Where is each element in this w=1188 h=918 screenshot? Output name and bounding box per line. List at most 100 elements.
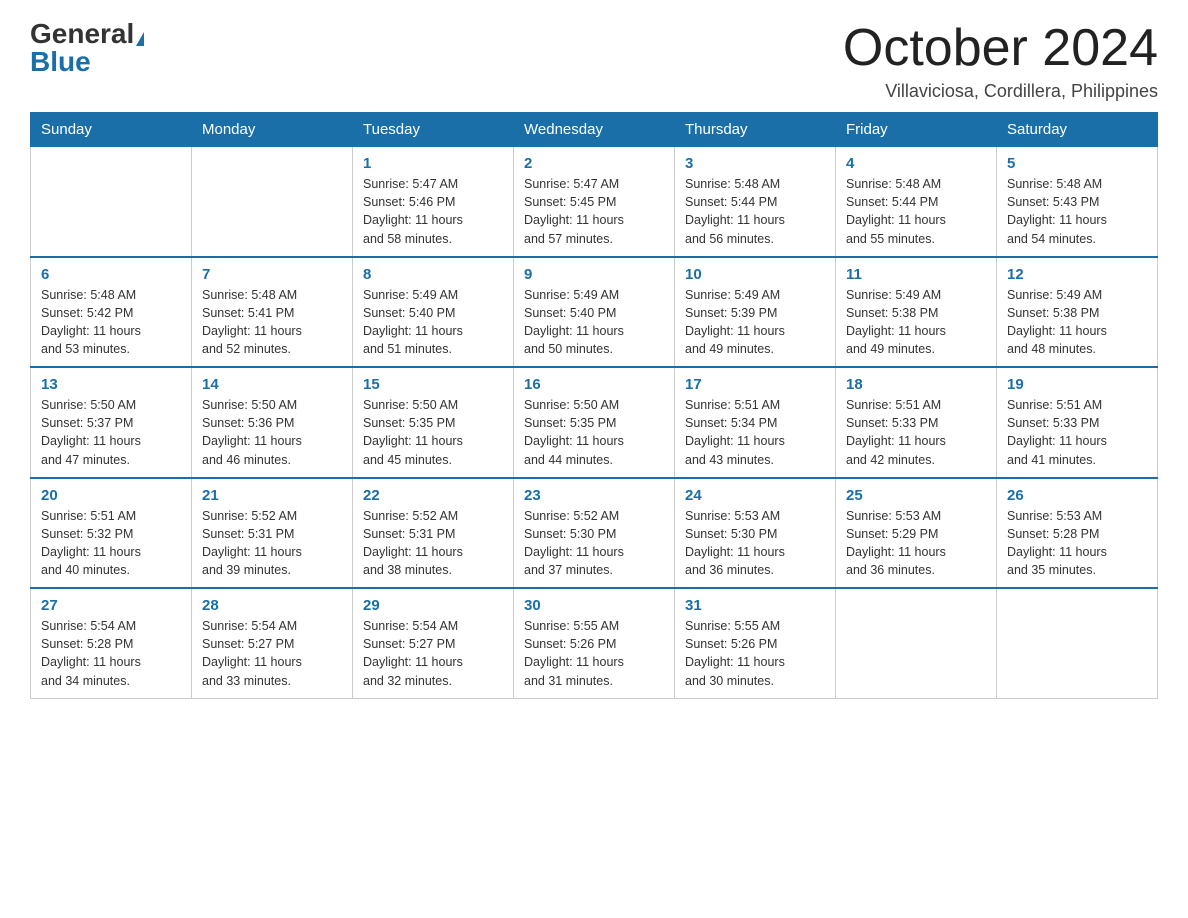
- day-number: 4: [846, 155, 986, 172]
- day-number: 21: [202, 487, 342, 504]
- weekday-header-monday: Monday: [192, 113, 353, 147]
- day-number: 20: [41, 487, 181, 504]
- day-info: Sunrise: 5:48 AMSunset: 5:41 PMDaylight:…: [202, 286, 342, 359]
- day-info: Sunrise: 5:49 AMSunset: 5:40 PMDaylight:…: [524, 286, 664, 359]
- calendar-cell: 23 Sunrise: 5:52 AMSunset: 5:30 PMDayligh…: [514, 478, 675, 589]
- day-number: 11: [846, 266, 986, 283]
- title-section: October 2024 Villaviciosa, Cordillera, P…: [843, 20, 1158, 102]
- calendar-cell: 1 Sunrise: 5:47 AMSunset: 5:46 PMDaylight…: [353, 147, 514, 257]
- calendar-week-row: 13Sunrise: 5:50 AMSunset: 5:37 PMDayligh…: [31, 367, 1158, 478]
- calendar-cell: 31 Sunrise: 5:55 AMSunset: 5:26 PMDayligh…: [675, 588, 836, 698]
- calendar-table: SundayMondayTuesdayWednesdayThursdayFrid…: [30, 112, 1158, 699]
- calendar-cell: 9 Sunrise: 5:49 AMSunset: 5:40 PMDaylight…: [514, 257, 675, 368]
- calendar-cell: 16 Sunrise: 5:50 AMSunset: 5:35 PMDayligh…: [514, 367, 675, 478]
- day-info: Sunrise: 5:51 AMSunset: 5:33 PMDaylight:…: [1007, 396, 1147, 469]
- day-info: Sunrise: 5:49 AMSunset: 5:39 PMDaylight:…: [685, 286, 825, 359]
- calendar-cell: 10 Sunrise: 5:49 AMSunset: 5:39 PMDayligh…: [675, 257, 836, 368]
- calendar-cell: 8 Sunrise: 5:49 AMSunset: 5:40 PMDaylight…: [353, 257, 514, 368]
- day-info: Sunrise: 5:52 AMSunset: 5:31 PMDaylight:…: [363, 507, 503, 580]
- calendar-cell: 22Sunrise: 5:52 AMSunset: 5:31 PMDayligh…: [353, 478, 514, 589]
- calendar-cell: 21 Sunrise: 5:52 AMSunset: 5:31 PMDayligh…: [192, 478, 353, 589]
- location-text: Villaviciosa, Cordillera, Philippines: [843, 81, 1158, 102]
- day-info: Sunrise: 5:49 AMSunset: 5:38 PMDaylight:…: [846, 286, 986, 359]
- calendar-cell: 5 Sunrise: 5:48 AMSunset: 5:43 PMDaylight…: [997, 147, 1158, 257]
- day-number: 8: [363, 266, 503, 283]
- day-number: 27: [41, 597, 181, 614]
- calendar-cell: 18Sunrise: 5:51 AMSunset: 5:33 PMDayligh…: [836, 367, 997, 478]
- day-number: 29: [363, 597, 503, 614]
- day-number: 2: [524, 155, 664, 172]
- calendar-cell: 12 Sunrise: 5:49 AMSunset: 5:38 PMDayligh…: [997, 257, 1158, 368]
- calendar-cell: 2 Sunrise: 5:47 AMSunset: 5:45 PMDaylight…: [514, 147, 675, 257]
- weekday-header-thursday: Thursday: [675, 113, 836, 147]
- month-title: October 2024: [843, 20, 1158, 77]
- calendar-cell: 4 Sunrise: 5:48 AMSunset: 5:44 PMDaylight…: [836, 147, 997, 257]
- day-info: Sunrise: 5:49 AMSunset: 5:40 PMDaylight:…: [363, 286, 503, 359]
- day-number: 3: [685, 155, 825, 172]
- day-info: Sunrise: 5:48 AMSunset: 5:42 PMDaylight:…: [41, 286, 181, 359]
- day-number: 19: [1007, 376, 1147, 393]
- day-info: Sunrise: 5:52 AMSunset: 5:31 PMDaylight:…: [202, 507, 342, 580]
- day-info: Sunrise: 5:47 AMSunset: 5:46 PMDaylight:…: [363, 175, 503, 248]
- calendar-week-row: 20 Sunrise: 5:51 AMSunset: 5:32 PMDayligh…: [31, 478, 1158, 589]
- day-info: Sunrise: 5:54 AMSunset: 5:28 PMDaylight:…: [41, 617, 181, 690]
- logo-general-row: General: [30, 20, 144, 48]
- day-info: Sunrise: 5:48 AMSunset: 5:44 PMDaylight:…: [685, 175, 825, 248]
- day-info: Sunrise: 5:48 AMSunset: 5:43 PMDaylight:…: [1007, 175, 1147, 248]
- day-info: Sunrise: 5:53 AMSunset: 5:29 PMDaylight:…: [846, 507, 986, 580]
- day-number: 5: [1007, 155, 1147, 172]
- day-info: Sunrise: 5:49 AMSunset: 5:38 PMDaylight:…: [1007, 286, 1147, 359]
- logo-blue-text: Blue: [30, 48, 91, 76]
- day-number: 14: [202, 376, 342, 393]
- day-number: 15: [363, 376, 503, 393]
- day-number: 23: [524, 487, 664, 504]
- calendar-cell: 7 Sunrise: 5:48 AMSunset: 5:41 PMDaylight…: [192, 257, 353, 368]
- logo-triangle-icon: [136, 32, 144, 46]
- day-number: 30: [524, 597, 664, 614]
- day-info: Sunrise: 5:50 AMSunset: 5:36 PMDaylight:…: [202, 396, 342, 469]
- calendar-header-row: SundayMondayTuesdayWednesdayThursdayFrid…: [31, 113, 1158, 147]
- day-number: 24: [685, 487, 825, 504]
- calendar-cell: 15 Sunrise: 5:50 AMSunset: 5:35 PMDayligh…: [353, 367, 514, 478]
- calendar-cell: [31, 147, 192, 257]
- calendar-cell: 14 Sunrise: 5:50 AMSunset: 5:36 PMDayligh…: [192, 367, 353, 478]
- day-number: 12: [1007, 266, 1147, 283]
- calendar-week-row: 1 Sunrise: 5:47 AMSunset: 5:46 PMDaylight…: [31, 147, 1158, 257]
- weekday-header-sunday: Sunday: [31, 113, 192, 147]
- day-info: Sunrise: 5:50 AMSunset: 5:35 PMDaylight:…: [524, 396, 664, 469]
- day-info: Sunrise: 5:55 AMSunset: 5:26 PMDaylight:…: [524, 617, 664, 690]
- calendar-cell: 30 Sunrise: 5:55 AMSunset: 5:26 PMDayligh…: [514, 588, 675, 698]
- weekday-header-wednesday: Wednesday: [514, 113, 675, 147]
- day-number: 28: [202, 597, 342, 614]
- day-info: Sunrise: 5:51 AMSunset: 5:34 PMDaylight:…: [685, 396, 825, 469]
- day-info: Sunrise: 5:52 AMSunset: 5:30 PMDaylight:…: [524, 507, 664, 580]
- weekday-header-tuesday: Tuesday: [353, 113, 514, 147]
- day-number: 7: [202, 266, 342, 283]
- calendar-cell: 24 Sunrise: 5:53 AMSunset: 5:30 PMDayligh…: [675, 478, 836, 589]
- day-info: Sunrise: 5:54 AMSunset: 5:27 PMDaylight:…: [202, 617, 342, 690]
- day-info: Sunrise: 5:50 AMSunset: 5:35 PMDaylight:…: [363, 396, 503, 469]
- calendar-cell: 29 Sunrise: 5:54 AMSunset: 5:27 PMDayligh…: [353, 588, 514, 698]
- calendar-cell: 6Sunrise: 5:48 AMSunset: 5:42 PMDaylight…: [31, 257, 192, 368]
- calendar-cell: 26Sunrise: 5:53 AMSunset: 5:28 PMDayligh…: [997, 478, 1158, 589]
- day-info: Sunrise: 5:51 AMSunset: 5:32 PMDaylight:…: [41, 507, 181, 580]
- day-info: Sunrise: 5:53 AMSunset: 5:30 PMDaylight:…: [685, 507, 825, 580]
- day-number: 18: [846, 376, 986, 393]
- calendar-cell: 20 Sunrise: 5:51 AMSunset: 5:32 PMDayligh…: [31, 478, 192, 589]
- day-number: 16: [524, 376, 664, 393]
- calendar-cell: 11 Sunrise: 5:49 AMSunset: 5:38 PMDayligh…: [836, 257, 997, 368]
- day-info: Sunrise: 5:47 AMSunset: 5:45 PMDaylight:…: [524, 175, 664, 248]
- calendar-cell: 13Sunrise: 5:50 AMSunset: 5:37 PMDayligh…: [31, 367, 192, 478]
- calendar-week-row: 27 Sunrise: 5:54 AMSunset: 5:28 PMDayligh…: [31, 588, 1158, 698]
- day-info: Sunrise: 5:48 AMSunset: 5:44 PMDaylight:…: [846, 175, 986, 248]
- weekday-header-saturday: Saturday: [997, 113, 1158, 147]
- day-number: 31: [685, 597, 825, 614]
- day-number: 9: [524, 266, 664, 283]
- day-number: 1: [363, 155, 503, 172]
- day-number: 10: [685, 266, 825, 283]
- day-number: 26: [1007, 487, 1147, 504]
- calendar-week-row: 6Sunrise: 5:48 AMSunset: 5:42 PMDaylight…: [31, 257, 1158, 368]
- day-info: Sunrise: 5:54 AMSunset: 5:27 PMDaylight:…: [363, 617, 503, 690]
- day-info: Sunrise: 5:55 AMSunset: 5:26 PMDaylight:…: [685, 617, 825, 690]
- calendar-cell: 19 Sunrise: 5:51 AMSunset: 5:33 PMDayligh…: [997, 367, 1158, 478]
